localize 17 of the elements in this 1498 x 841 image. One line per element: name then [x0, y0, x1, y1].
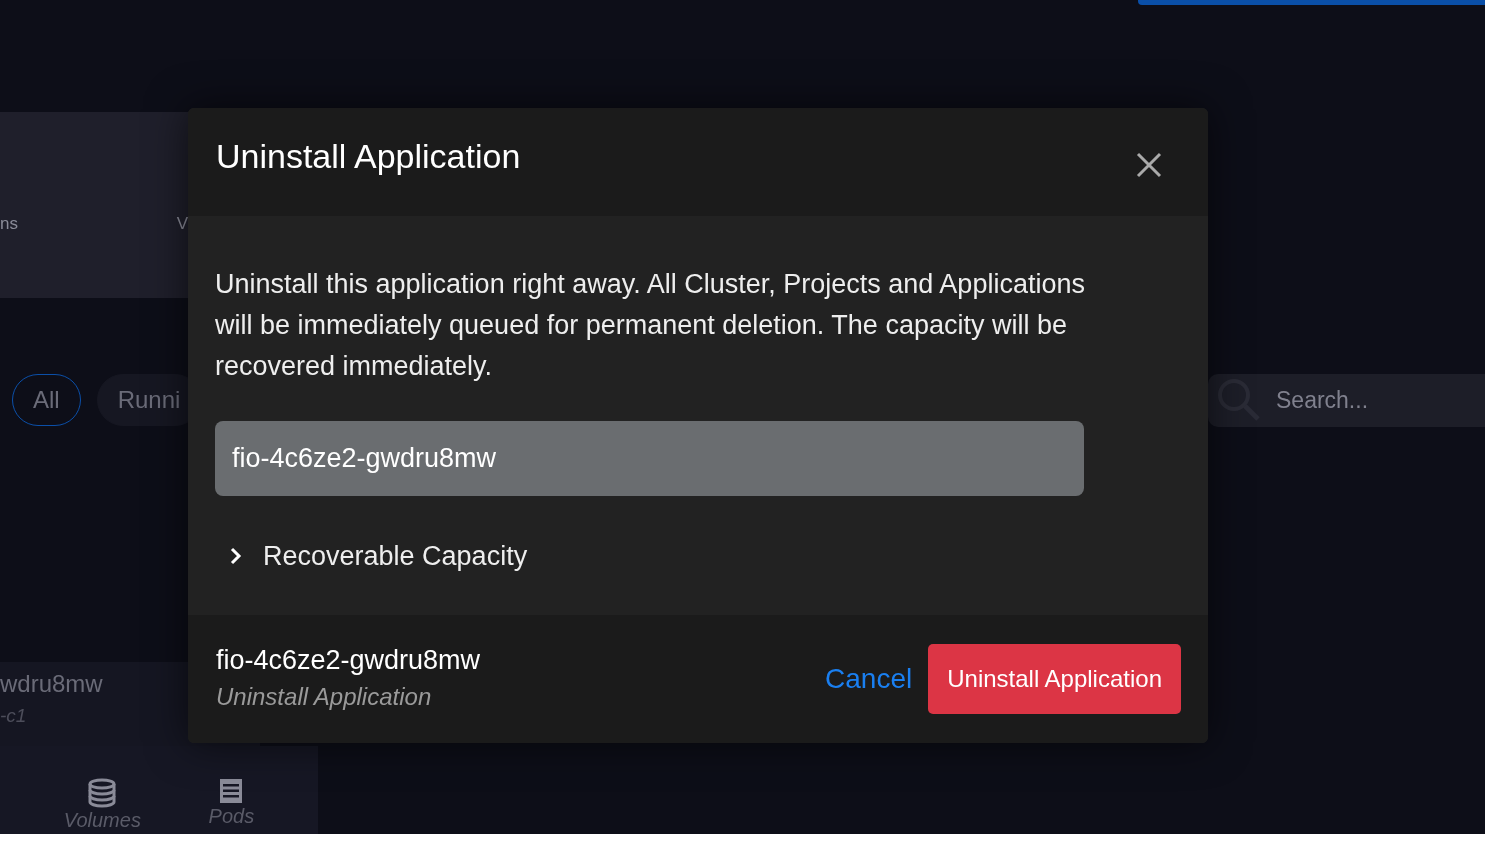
card-label: V	[176, 213, 188, 236]
bottom-tab[interactable]: Pods	[208, 778, 255, 834]
card-label: ns	[0, 213, 18, 236]
dialog-message: Uninstall this application right away. All Cluster, Projects and Applications will be immediately queued for permanent deletion. The capacity will be recovered immediately.	[215, 268, 1086, 383]
bottom-tab[interactable]: Volumes	[63, 778, 141, 834]
database-icon	[87, 778, 118, 808]
close-icon	[1136, 152, 1162, 178]
item-subtitle: -c1	[0, 704, 28, 728]
search-field[interactable]: Search...	[1208, 373, 1485, 427]
input-field[interactable]: fio-4c6ze2-gwdru8mw	[215, 421, 1084, 496]
expander-toggle[interactable]: Recoverable Capacity	[215, 536, 528, 577]
list-icon	[219, 778, 244, 804]
filter-pill[interactable]: All	[12, 374, 81, 426]
dialog-title: Uninstall Application	[216, 136, 521, 177]
uninstall-button[interactable]: Uninstall Application	[928, 644, 1181, 714]
chevron-icon	[229, 546, 243, 567]
cancel-link[interactable]: Cancel	[825, 658, 913, 700]
